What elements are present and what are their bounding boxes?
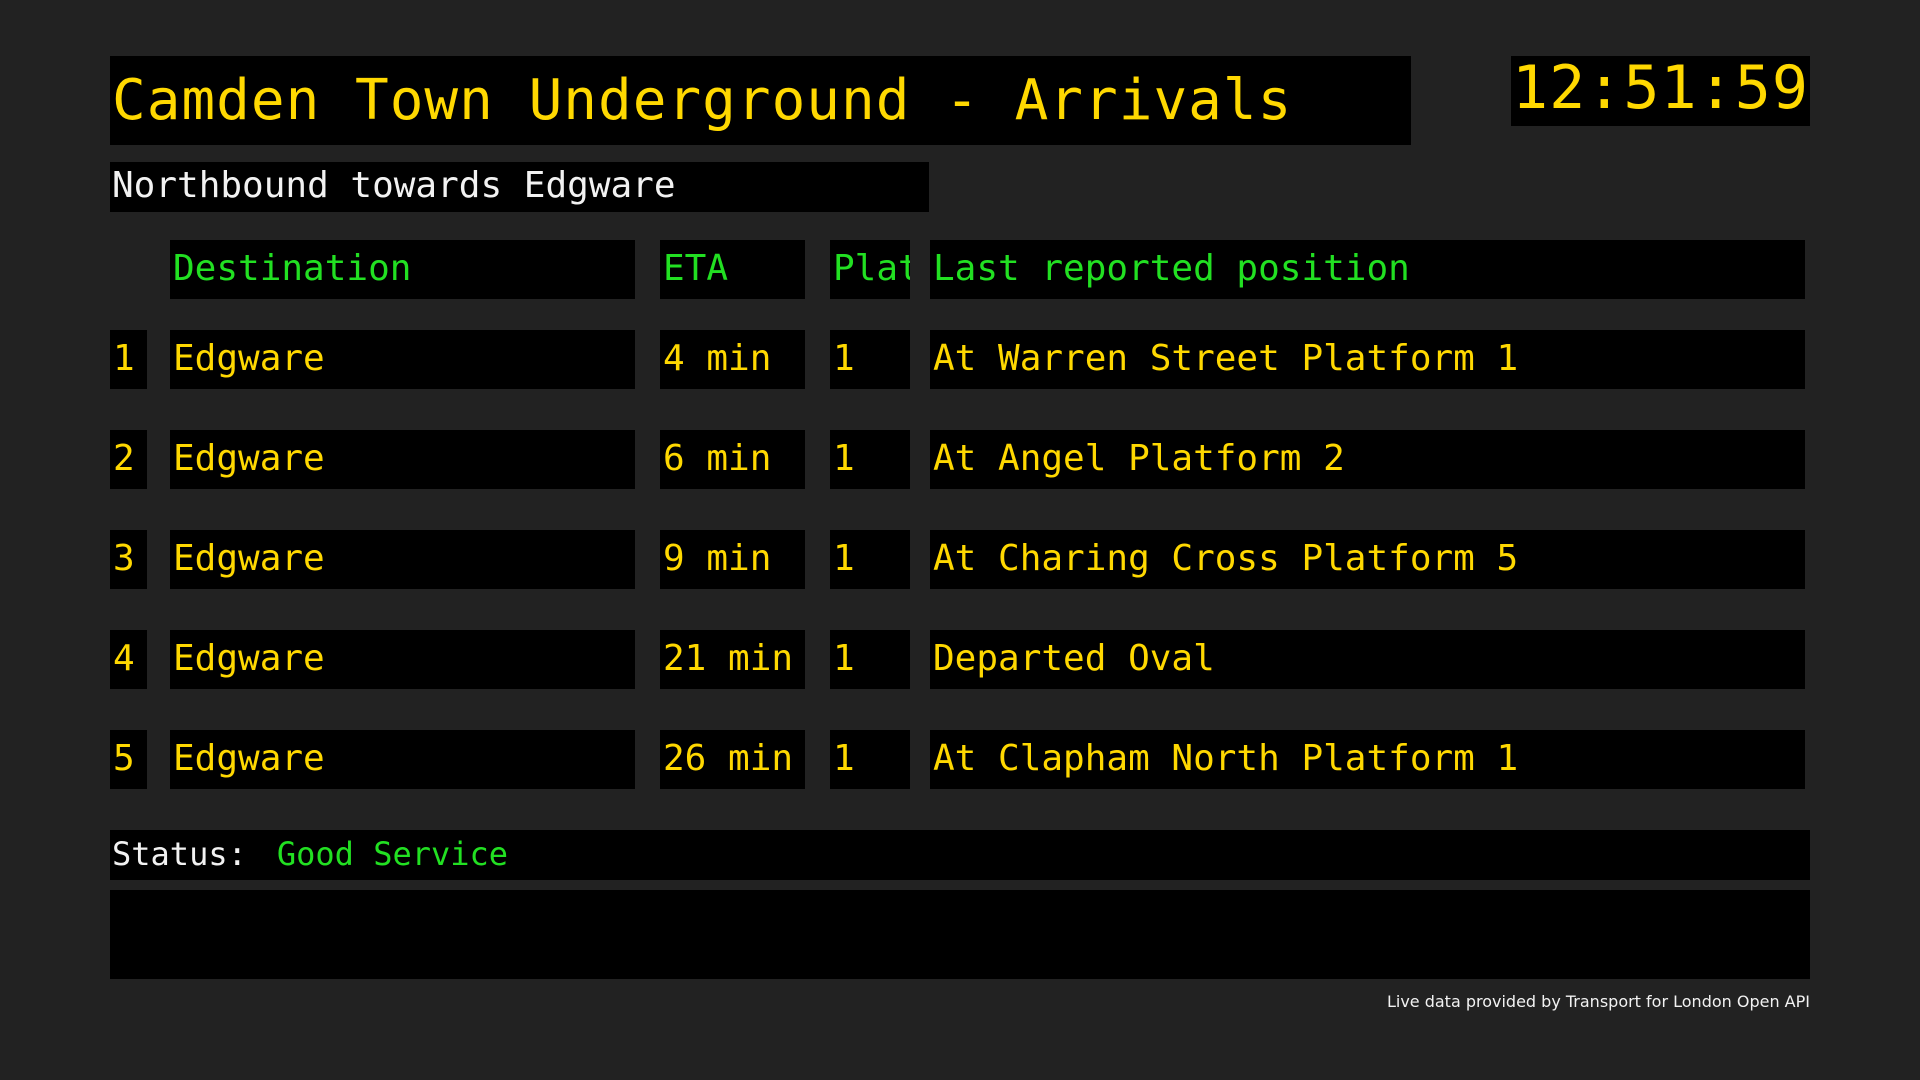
row-number: 4 — [110, 630, 147, 689]
row-number: 3 — [110, 530, 147, 589]
row-destination: Edgware — [170, 430, 635, 489]
status-value: Good Service — [276, 835, 509, 873]
row-position: At Charing Cross Platform 5 — [930, 530, 1805, 589]
row-number: 1 — [110, 330, 147, 389]
row-position: At Warren Street Platform 1 — [930, 330, 1805, 389]
status-label: Status: — [112, 835, 247, 873]
row-destination: Edgware — [170, 330, 635, 389]
arrivals-board: Camden Town Underground - Arrivals 12:51… — [0, 0, 1920, 1080]
status-bar: Status: Good Service — [110, 830, 1810, 880]
column-header-position: Last reported position — [930, 240, 1805, 299]
attribution-text: Live data provided by Transport for Lond… — [1386, 992, 1810, 1011]
row-destination: Edgware — [170, 630, 635, 689]
clock: 12:51:59 — [1511, 56, 1810, 126]
row-eta: 6 min — [660, 430, 805, 489]
direction-label: Northbound towards Edgware — [110, 162, 929, 212]
row-position: Departed Oval — [930, 630, 1805, 689]
row-platform: 1 — [830, 430, 910, 489]
row-destination: Edgware — [170, 730, 635, 789]
row-number: 5 — [110, 730, 147, 789]
row-platform: 1 — [830, 530, 910, 589]
board-title: Camden Town Underground - Arrivals — [110, 56, 1411, 145]
row-destination: Edgware — [170, 530, 635, 589]
row-number: 2 — [110, 430, 147, 489]
column-header-destination: Destination — [170, 240, 635, 299]
row-eta: 21 min — [660, 630, 805, 689]
row-eta: 4 min — [660, 330, 805, 389]
row-position: At Angel Platform 2 — [930, 430, 1805, 489]
row-platform: 1 — [830, 730, 910, 789]
column-header-eta: ETA — [660, 240, 805, 299]
row-position: At Clapham North Platform 1 — [930, 730, 1805, 789]
row-platform: 1 — [830, 630, 910, 689]
row-platform: 1 — [830, 330, 910, 389]
row-eta: 26 min — [660, 730, 805, 789]
message-panel — [110, 890, 1810, 979]
row-eta: 9 min — [660, 530, 805, 589]
column-header-platform: Plat — [830, 240, 910, 299]
